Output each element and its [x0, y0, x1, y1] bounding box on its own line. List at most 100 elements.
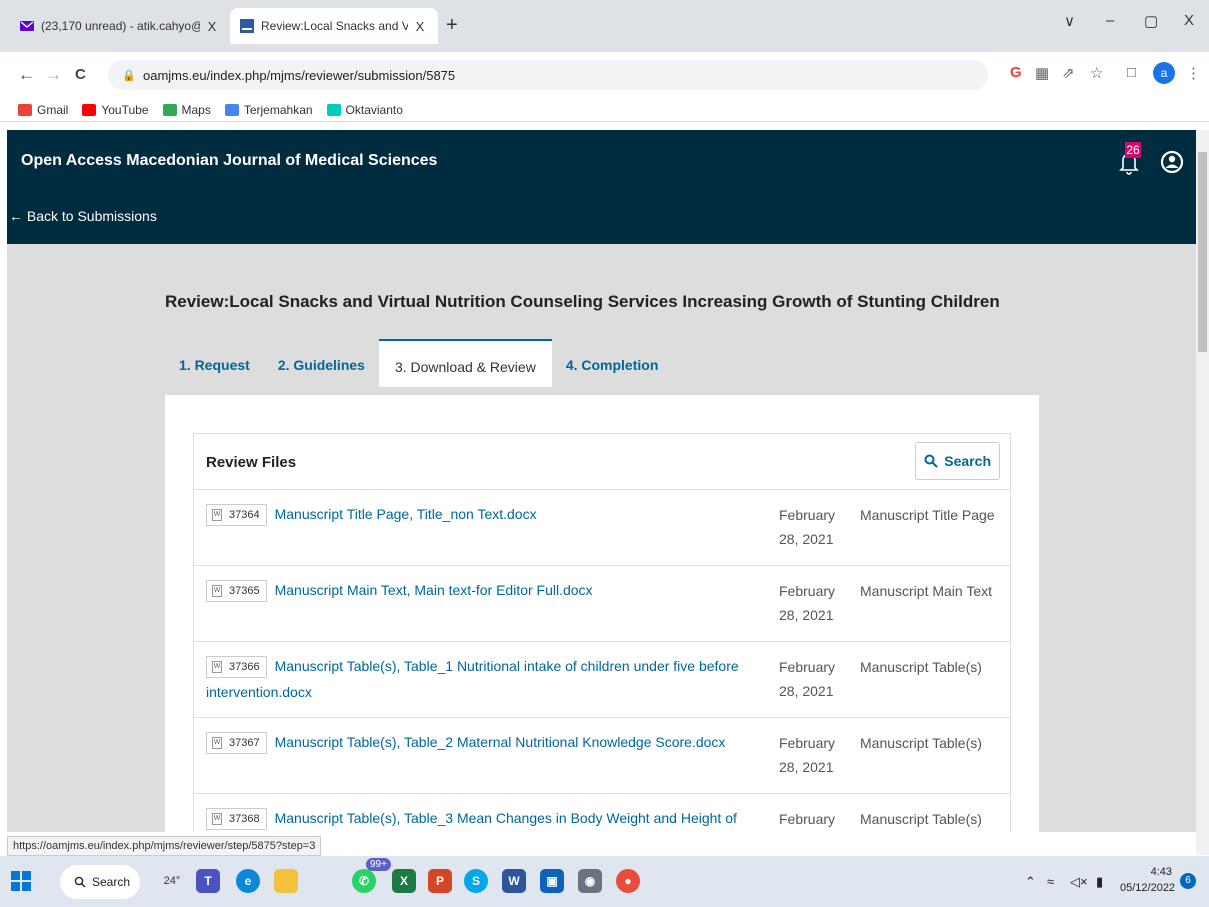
browser-tab-review[interactable]: Review:Local Snacks and Virtual N X — [230, 8, 438, 44]
excel-icon[interactable]: X — [392, 869, 416, 893]
forward-arrow-icon[interactable]: → — [45, 65, 62, 85]
back-arrow-icon[interactable]: ← — [18, 65, 35, 85]
url-bar[interactable]: 🔒 oamjms.eu/index.php/mjms/reviewer/subm… — [108, 60, 988, 90]
taskbar: Search 24° T e ✆ 99+ X P S W ▣ ◉ ● ⌃ ≈ ◁… — [0, 856, 1209, 907]
battery-icon[interactable]: ▮ — [1096, 874, 1103, 890]
tab-download-review[interactable]: 3. Download & Review — [378, 339, 552, 387]
tab-request[interactable]: 1. Request — [165, 339, 264, 387]
share-icon[interactable]: ⇗ — [1062, 64, 1075, 82]
windows-start-icon[interactable] — [11, 871, 31, 891]
back-to-submissions-link[interactable]: ← Back to Submissions — [9, 208, 157, 224]
maps-icon — [162, 103, 177, 116]
reload-icon[interactable]: C — [75, 66, 86, 83]
user-account-icon[interactable] — [1160, 150, 1184, 174]
address-bar-row: ← → C 🔒 oamjms.eu/index.php/mjms/reviewe… — [0, 52, 1209, 98]
bookmark-oktavianto[interactable]: Oktavianto — [326, 102, 403, 117]
file-date: February 28, 2021 — [779, 507, 836, 547]
bookmark-maps[interactable]: Maps — [162, 102, 211, 117]
file-date: February 28, 2021 — [779, 659, 836, 699]
file-name: Manuscript Table(s), Table_3 Mean Change… — [274, 810, 737, 826]
edge-icon[interactable]: e — [236, 869, 260, 893]
table-row: W 37365 Manuscript Main Text, Main text-fo… — [194, 566, 1010, 642]
skype-icon[interactable]: S — [464, 869, 488, 893]
minimize-button[interactable]: – — [1106, 12, 1114, 29]
clock-time: 4:43 — [1150, 866, 1172, 878]
bookmark-label: Maps — [181, 102, 211, 117]
tab-title: Review:Local Snacks and Virtual N — [261, 19, 408, 33]
file-id: 37365 — [229, 585, 260, 598]
profile-avatar[interactable]: a — [1153, 62, 1175, 84]
tab-completion[interactable]: 4. Completion — [552, 339, 673, 387]
bookmark-label: YouTube — [101, 102, 149, 117]
file-name: Manuscript Table(s), Table_2 Maternal Nu… — [274, 734, 726, 750]
file-id-badge: W 37366 — [206, 656, 267, 679]
whatsapp-icon[interactable]: ✆ — [352, 869, 376, 893]
file-link[interactable]: W 37367 Manuscript Table(s), Table_2 Mater… — [206, 729, 766, 755]
document-icon: W — [212, 585, 222, 598]
bookmark-label: Oktavianto — [345, 102, 403, 117]
wifi-icon[interactable]: ≈ — [1047, 874, 1054, 889]
page-scrollbar[interactable] — [1196, 130, 1209, 855]
close-window-button[interactable]: X — [1184, 12, 1194, 29]
url-text: oamjms.eu/index.php/mjms/reviewer/submis… — [143, 67, 456, 83]
search-icon — [924, 454, 939, 468]
site-title[interactable]: Open Access Macedonian Journal of Medica… — [21, 152, 437, 170]
chrome-icon[interactable]: ● — [616, 869, 640, 893]
file-link[interactable]: W 37366 Manuscript Table(s), Table_1 Nutri… — [206, 653, 766, 705]
file-type: Manuscript Table(s) — [860, 659, 982, 675]
menu-dots-icon[interactable]: ⋮ — [1186, 64, 1201, 82]
bookmark-gmail[interactable]: Gmail — [18, 103, 68, 117]
word-icon[interactable]: W — [502, 869, 526, 893]
scrollbar-thumb[interactable] — [1198, 152, 1207, 352]
notification-center-badge[interactable]: 6 — [1180, 873, 1196, 889]
tab-guidelines[interactable]: 2. Guidelines — [264, 339, 379, 387]
table-row: W 37366 Manuscript Table(s), Table_1 Nutri… — [194, 642, 1010, 718]
translate-icon[interactable]: ▦ — [1035, 64, 1049, 82]
file-link[interactable]: W 37364 Manuscript Title Page, Title_non T… — [206, 501, 766, 527]
link-status-bar: https://oamjms.eu/index.php/mjms/reviewe… — [7, 836, 322, 856]
remote-desktop-icon[interactable]: ▣ — [540, 869, 564, 893]
review-files-header: Review Files Search — [194, 434, 1010, 490]
researchgate-icon — [326, 103, 341, 116]
browser-tab-mail[interactable]: (23,170 unread) - atik.cahyo@yah X — [10, 8, 230, 44]
file-link[interactable]: W 37365 Manuscript Main Text, Main text-fo… — [206, 577, 766, 603]
file-date: February 28, 2021 — [779, 811, 836, 827]
file-id-badge: W 37367 — [206, 732, 267, 755]
page-content: Review:Local Snacks and Virtual Nutritio… — [7, 244, 1196, 832]
close-tab-icon[interactable]: X — [412, 19, 428, 34]
file-explorer-icon[interactable] — [274, 869, 298, 893]
document-icon: W — [212, 661, 222, 674]
restore-button[interactable]: ▢ — [1144, 12, 1158, 30]
file-id: 37364 — [229, 509, 260, 522]
gmail-icon — [18, 103, 32, 116]
google-icon[interactable]: G — [1010, 64, 1022, 81]
notification-count-badge: 26 — [1125, 142, 1141, 158]
close-tab-icon[interactable]: X — [204, 19, 220, 34]
bookmark-youtube[interactable]: YouTube — [82, 102, 149, 117]
taskbar-search-label: Search — [92, 875, 131, 889]
powerpoint-icon[interactable]: P — [428, 869, 452, 893]
bookmarks-bar: Gmail YouTube Maps Terjemahkan Oktaviant… — [0, 98, 1209, 122]
file-type: Manuscript Title Page — [860, 507, 995, 523]
volume-muted-icon[interactable]: ◁× — [1070, 874, 1088, 890]
show-hidden-icons-icon[interactable]: ⌃ — [1025, 874, 1036, 890]
side-panel-icon[interactable]: □ — [1127, 64, 1136, 81]
youtube-icon — [82, 103, 97, 116]
teams-icon[interactable]: T — [196, 869, 220, 893]
new-tab-button[interactable]: + — [446, 14, 458, 37]
file-name: Manuscript Main Text, Main text-for Edit… — [274, 582, 593, 598]
bookmark-star-icon[interactable]: ☆ — [1090, 64, 1103, 82]
lock-icon: 🔒 — [122, 69, 136, 82]
taskbar-search[interactable]: Search — [60, 865, 140, 899]
bookmark-translate[interactable]: Terjemahkan — [224, 103, 313, 117]
weather-widget[interactable]: 24° — [160, 869, 184, 893]
file-id: 37366 — [229, 661, 260, 674]
file-link[interactable]: W 37368 Manuscript Table(s), Table_3 Mean … — [206, 805, 766, 832]
search-button[interactable]: Search — [915, 442, 1000, 480]
camera-icon[interactable]: ◉ — [578, 869, 602, 893]
review-files-grid: Review Files Search W 37364 Manuscript Tit… — [193, 433, 1011, 832]
document-icon: W — [212, 737, 222, 750]
tab-search-icon[interactable]: ∨ — [1064, 12, 1075, 30]
mail-icon — [20, 21, 34, 31]
taskbar-clock[interactable]: 4:43 05/12/2022 — [1120, 864, 1175, 896]
